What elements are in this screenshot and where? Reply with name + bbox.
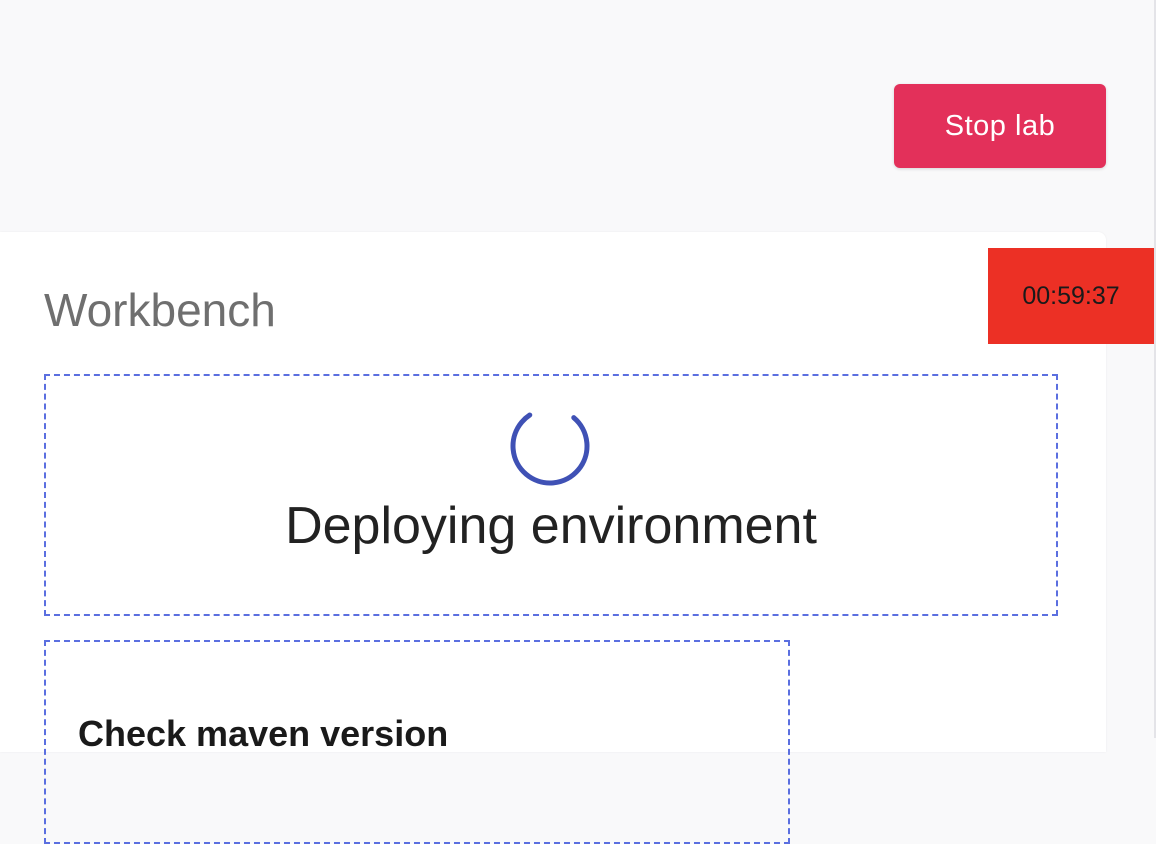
workbench-title: Workbench xyxy=(44,284,276,336)
deploy-status-text: Deploying environment xyxy=(285,497,817,555)
deploy-status-panel: Deploying environment xyxy=(44,374,1058,616)
countdown-timer: 00:59:37 xyxy=(988,248,1154,344)
stop-lab-button[interactable]: Stop lab xyxy=(894,84,1106,168)
loading-spinner-icon xyxy=(510,406,590,486)
step-title: Check maven version xyxy=(78,713,449,754)
step-panel: Check maven version xyxy=(44,640,790,844)
workbench-card: Workbench Deploying environment Check ma… xyxy=(0,232,1106,844)
